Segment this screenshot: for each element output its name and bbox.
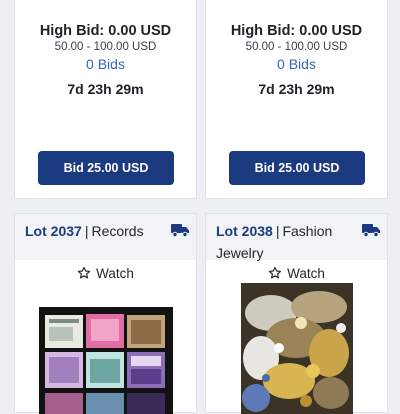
time-remaining: 7d 23h 29m (258, 81, 335, 97)
star-outline-icon (77, 266, 91, 279)
lot-title[interactable]: Lot 2038 | Fashion Jewelry (216, 220, 357, 264)
lot-number[interactable]: Lot 2038 (216, 223, 273, 239)
lot-card-2038[interactable]: Lot 2038 | Fashion Jewelry Watch (205, 213, 388, 414)
lot-category: Records (91, 223, 144, 239)
star-outline-icon (268, 266, 282, 279)
lot-header: Lot 2038 | Fashion Jewelry (206, 214, 387, 261)
lot-photo-records[interactable] (39, 307, 173, 414)
bid-button[interactable]: Bid 25.00 USD (38, 151, 174, 185)
watch-button[interactable]: Watch (15, 263, 196, 283)
watch-label: Watch (96, 265, 134, 281)
lot-separator: | (275, 223, 280, 239)
high-bid-label: High Bid: 0.00 USD (230, 23, 363, 39)
lot-card-top-left: High Bid: 0.00 USD 50.00 - 100.00 USD 0 … (14, 0, 197, 199)
lot-header: Lot 2037 | Records (15, 214, 196, 260)
lot-title[interactable]: Lot 2037 | Records (25, 220, 166, 242)
lot-card-2037[interactable]: Lot 2037 | Records Watch (14, 213, 197, 414)
bid-button[interactable]: Bid 25.00 USD (229, 151, 365, 185)
lot-photo-jewelry[interactable] (241, 283, 353, 414)
lot-separator: | (84, 223, 89, 239)
bid-count-link[interactable]: 0 Bids (15, 56, 196, 72)
watch-button[interactable]: Watch (206, 263, 387, 283)
truck-icon (362, 224, 380, 237)
time-remaining: 7d 23h 29m (67, 81, 144, 97)
high-bid-label: High Bid: 0.00 USD (39, 23, 172, 39)
estimate-range: 50.00 - 100.00 USD (245, 41, 348, 53)
lot-number[interactable]: Lot 2037 (25, 223, 82, 239)
bid-count-link[interactable]: 0 Bids (206, 56, 387, 72)
truck-icon (171, 224, 189, 237)
watch-label: Watch (287, 265, 325, 281)
lot-card-top-right: High Bid: 0.00 USD 50.00 - 100.00 USD 0 … (205, 0, 388, 199)
estimate-range: 50.00 - 100.00 USD (54, 41, 157, 53)
